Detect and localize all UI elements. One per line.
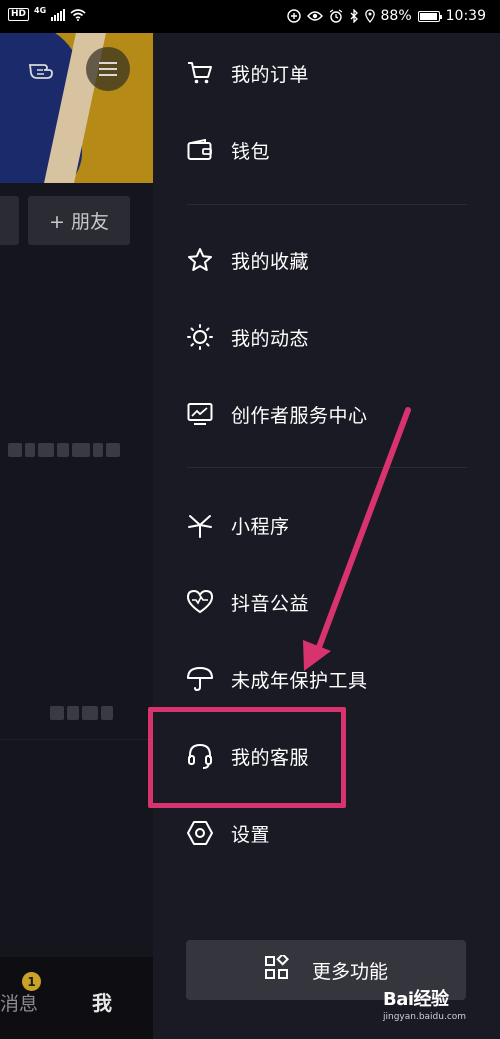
watermark-url: jingyan.baidu.com [383,1012,467,1022]
watermark-logo: Bai经验 [383,989,449,1010]
baidu-jingyan-watermark: Bai经验 jingyan.baidu.com [383,985,466,1022]
annotation-arrow [303,407,411,671]
